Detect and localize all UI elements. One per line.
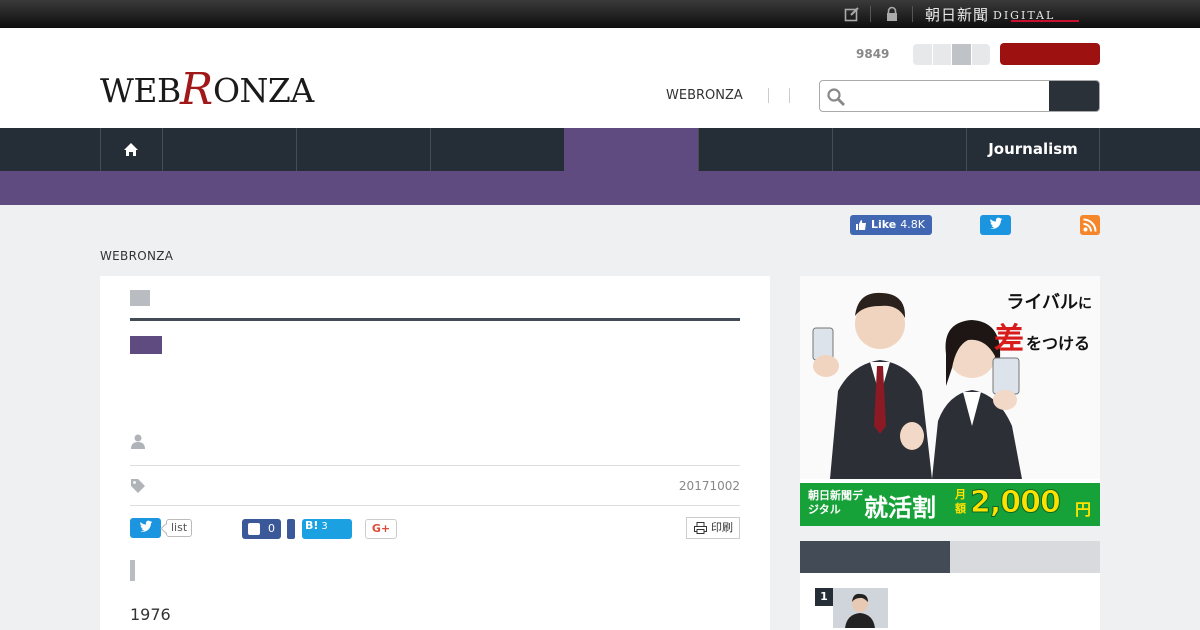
rss-feed-button[interactable] bbox=[1080, 215, 1100, 235]
ad-campaign-title: 就活割 bbox=[864, 494, 936, 522]
nav-item-2[interactable] bbox=[162, 128, 296, 171]
nav-item-5-active[interactable] bbox=[564, 128, 698, 171]
advertisement-banner[interactable]: ライバルに 差をつける 朝日新聞デジタル 就活割 月額 2,000 円 bbox=[800, 276, 1100, 526]
ad-tagline-rest: をつける bbox=[1025, 334, 1090, 353]
svg-text:ONZA: ONZA bbox=[213, 71, 315, 110]
twitter-bird-icon bbox=[140, 520, 153, 532]
topbar-divider bbox=[912, 6, 913, 22]
ranking-tab-2[interactable] bbox=[950, 541, 1100, 573]
ad-currency: 円 bbox=[1075, 500, 1092, 519]
article-card: 20171002 list 0 B! 3 G+ 印刷 1976 bbox=[100, 276, 770, 630]
title-rule bbox=[130, 318, 740, 321]
category-label[interactable] bbox=[130, 290, 150, 306]
top-bar: 朝日新聞 DIGITAL bbox=[0, 0, 1200, 28]
site-header: WEB R ONZA 9849 WEBRONZA bbox=[0, 28, 1200, 128]
nav-item-home[interactable] bbox=[100, 128, 162, 171]
facebook-like-label: Like bbox=[871, 218, 897, 231]
nav-item-3[interactable] bbox=[296, 128, 430, 171]
google-plus-button[interactable]: G+ bbox=[365, 519, 397, 539]
brand-underline bbox=[1011, 20, 1079, 22]
lock-icon[interactable] bbox=[884, 6, 900, 22]
ad-brand-text: 朝日新聞デジタル bbox=[808, 489, 863, 516]
svg-text:WEB: WEB bbox=[100, 71, 181, 110]
header-divider bbox=[789, 88, 790, 103]
publish-date: 20171002 bbox=[678, 479, 740, 493]
ranking-thumbnail bbox=[833, 588, 888, 628]
ad-price-band: 朝日新聞デジタル 就活割 月額 2,000 円 bbox=[800, 479, 1100, 526]
ranking-tab-1[interactable] bbox=[800, 541, 950, 573]
thumbs-up-icon bbox=[856, 220, 866, 230]
twitter-list-link[interactable]: list bbox=[166, 519, 193, 537]
hatena-count: 3 bbox=[321, 521, 328, 532]
font-size-small-button[interactable] bbox=[913, 44, 933, 65]
nav-item-journalism[interactable]: Journalism bbox=[966, 128, 1100, 171]
article-body-text: 1976 bbox=[130, 605, 171, 624]
genre-badge[interactable] bbox=[130, 336, 162, 354]
home-icon bbox=[124, 143, 138, 156]
main-nav: Journalism bbox=[0, 128, 1200, 171]
edit-icon[interactable] bbox=[844, 6, 860, 22]
font-size-medium-button[interactable] bbox=[932, 44, 952, 65]
twitter-bird-icon bbox=[990, 217, 1003, 229]
hatena-bookmark-button[interactable]: B! 3 bbox=[302, 519, 352, 539]
hatena-label: B! bbox=[305, 519, 319, 532]
facebook-share-extra[interactable] bbox=[287, 519, 295, 539]
ranking-tabs bbox=[800, 541, 1100, 573]
ranking-list: 1 bbox=[800, 573, 1100, 630]
nav-item-4[interactable] bbox=[430, 128, 564, 171]
header-divider bbox=[768, 88, 769, 103]
print-label: 印刷 bbox=[711, 521, 733, 534]
svg-text:R: R bbox=[179, 64, 213, 112]
ad-tagline-main: ライバル bbox=[1006, 292, 1078, 313]
ad-price: 2,000 bbox=[970, 485, 1062, 521]
tag-icon bbox=[131, 479, 145, 493]
font-size-xlarge-button[interactable] bbox=[971, 44, 990, 65]
subscribe-button[interactable] bbox=[1000, 43, 1100, 65]
font-size-large-button[interactable] bbox=[952, 44, 972, 65]
divider bbox=[130, 505, 740, 506]
lead-marker bbox=[130, 560, 135, 581]
ad-tagline: ライバルに bbox=[1006, 288, 1092, 314]
facebook-share-count: 0 bbox=[268, 522, 275, 535]
sub-nav bbox=[0, 171, 1200, 205]
rss-icon bbox=[1083, 218, 1097, 232]
facebook-share-button[interactable]: 0 bbox=[242, 519, 281, 539]
ad-tagline-emphasis: 差 bbox=[993, 322, 1024, 357]
divider bbox=[130, 465, 740, 466]
twitter-follow-button[interactable] bbox=[980, 215, 1011, 235]
author-icon bbox=[131, 434, 145, 449]
search-box bbox=[819, 80, 1100, 112]
ad-tagline-particle: に bbox=[1078, 296, 1092, 312]
site-logo[interactable]: WEB R ONZA bbox=[100, 64, 322, 112]
facebook-like-count: 4.8K bbox=[900, 218, 925, 231]
tweet-button[interactable] bbox=[130, 518, 161, 538]
search-icon bbox=[827, 88, 845, 106]
nav-item-7[interactable] bbox=[832, 128, 966, 171]
asahi-brand: 朝日新聞 bbox=[925, 6, 990, 24]
asahi-digital-link[interactable]: 朝日新聞 DIGITAL bbox=[925, 4, 1079, 25]
ad-price-unit: 月額 bbox=[955, 488, 966, 515]
ad-tagline-2: 差をつける bbox=[994, 314, 1090, 358]
breadcrumb[interactable]: WEBRONZA bbox=[100, 249, 173, 263]
topbar-divider bbox=[870, 6, 871, 22]
facebook-icon bbox=[248, 523, 260, 535]
search-input[interactable] bbox=[850, 81, 1050, 111]
nav-item-6[interactable] bbox=[698, 128, 832, 171]
font-size-selector bbox=[913, 44, 990, 65]
ranking-number: 1 bbox=[815, 588, 833, 606]
header-link-webronza[interactable]: WEBRONZA bbox=[666, 88, 743, 103]
search-button[interactable] bbox=[1049, 81, 1099, 111]
print-button[interactable]: 印刷 bbox=[686, 517, 740, 539]
printer-icon bbox=[694, 522, 707, 534]
article-count: 9849 bbox=[856, 47, 890, 61]
facebook-like-button[interactable]: Like 4.8K bbox=[850, 215, 932, 235]
